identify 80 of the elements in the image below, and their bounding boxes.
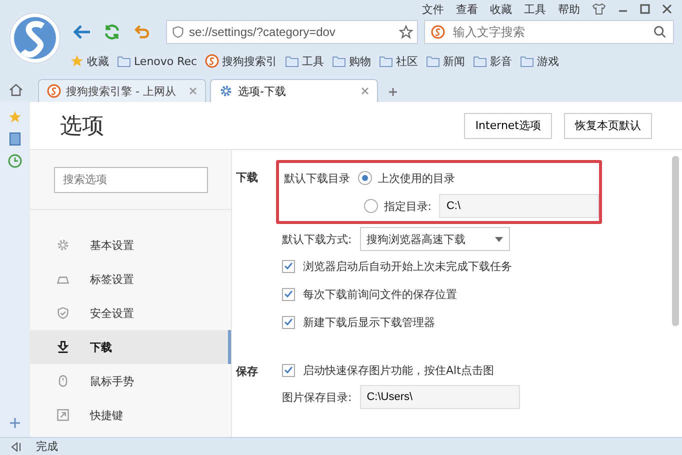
search-icon[interactable] <box>653 25 667 39</box>
check-icon <box>284 318 293 326</box>
bookmark-item[interactable]: 购物 <box>332 54 372 68</box>
path-field[interactable]: C:\ <box>439 194 599 218</box>
folder-icon <box>473 56 488 66</box>
shield-icon <box>56 306 70 320</box>
bookmark-item[interactable]: 影音 <box>473 54 512 68</box>
shortcut-icon <box>56 408 70 422</box>
bookmark-item[interactable]: 社区 <box>379 54 418 68</box>
caret-icon <box>494 236 503 242</box>
clock-icon[interactable] <box>8 154 22 168</box>
section-heading: 保存 <box>236 364 259 380</box>
sogou-icon <box>205 54 220 68</box>
check-icon <box>284 366 293 374</box>
mouse-icon <box>56 374 70 388</box>
shirt-icon[interactable] <box>592 3 606 15</box>
tablet-icon[interactable] <box>8 132 22 146</box>
radio-option[interactable]: 上次使用的目录 <box>358 170 455 186</box>
search-bar[interactable]: 输入文字搜索 <box>424 20 674 44</box>
bookmark-item[interactable]: 游戏 <box>520 54 560 68</box>
nav-item[interactable]: 快捷键 <box>30 398 231 432</box>
sogou-icon <box>47 84 61 98</box>
maximize-icon[interactable] <box>640 4 650 14</box>
menu-item[interactable]: 帮助 <box>558 2 580 16</box>
section-heading: 下载 <box>236 170 259 186</box>
check-icon <box>284 262 293 270</box>
folder-icon <box>285 56 300 66</box>
nav-item[interactable]: 安全设置 <box>30 296 231 330</box>
menu-item[interactable]: 文件 <box>422 2 444 16</box>
page-title: 选项 <box>60 112 105 140</box>
folder-icon <box>117 56 131 66</box>
check-icon <box>284 290 293 298</box>
menu-item[interactable]: 收藏 <box>490 2 512 16</box>
menu-item[interactable]: 工具 <box>524 2 546 16</box>
checkbox-option[interactable]: 启动快速保存图片功能，按住Alt点击图 <box>282 358 682 382</box>
search-engine-icon <box>431 25 445 39</box>
star-icon[interactable] <box>70 54 84 68</box>
gear-icon <box>56 238 70 252</box>
nav-item[interactable]: 基本设置 <box>30 228 231 262</box>
header-button[interactable]: Internet选项 <box>464 112 552 138</box>
field-label: 图片保存目录: <box>282 390 352 404</box>
browser-logo <box>9 12 61 64</box>
bookmark-item[interactable]: 新闻 <box>426 54 466 68</box>
method-dropdown[interactable]: 搜狗浏览器高速下载 <box>360 227 510 251</box>
bookmark-item[interactable]: 收藏 <box>70 54 109 68</box>
folder-icon <box>332 56 346 66</box>
menu-item[interactable]: 查看 <box>456 2 478 16</box>
home-icon[interactable] <box>8 82 24 98</box>
checkbox-option[interactable]: 每次下载前询问文件的保存位置 <box>282 282 682 306</box>
gear-icon <box>219 84 233 98</box>
status-text: 完成 <box>36 439 58 454</box>
browser-tab[interactable]: 搜狗搜索引擎 - 上网从 <box>38 79 206 102</box>
folder-icon <box>426 56 440 66</box>
field-label: 默认下载目录 <box>284 170 350 186</box>
close-icon[interactable] <box>361 87 369 95</box>
field-label: 默认下载方式: <box>282 232 352 246</box>
collapse-icon[interactable] <box>10 442 22 452</box>
star-icon[interactable] <box>399 25 413 39</box>
search-field[interactable]: 搜索选项 <box>54 166 208 192</box>
bookmark-item[interactable]: Lenovo Rec <box>117 54 198 68</box>
download-icon <box>56 340 70 354</box>
radio-option[interactable]: 指定目录: <box>364 198 432 214</box>
checkbox-option[interactable]: 浏览器启动后自动开始上次未完成下载任务 <box>282 254 682 278</box>
nav-item[interactable]: 鼠标手势 <box>30 364 231 398</box>
nav-item[interactable]: 下载 <box>30 330 231 364</box>
scrollbar[interactable] <box>672 156 679 326</box>
folder-icon <box>379 56 394 66</box>
browser-tab[interactable]: 选项-下载 <box>210 79 378 102</box>
address-bar[interactable]: se://settings/?category=dov <box>166 20 418 44</box>
folder-icon <box>520 56 534 66</box>
bookmark-item[interactable]: 搜狗搜索引 <box>205 54 278 68</box>
bookmark-item[interactable]: 工具 <box>285 54 324 68</box>
path-field[interactable]: C:\Users\ <box>360 385 520 409</box>
checkbox-option[interactable]: 新建下载后显示下载管理器 <box>282 310 682 334</box>
close-icon[interactable] <box>662 4 672 14</box>
nav-item[interactable]: 标签设置 <box>30 262 231 296</box>
shield-icon <box>171 25 185 39</box>
plus-icon[interactable] <box>9 417 21 429</box>
header-button[interactable]: 恢复本页默认 <box>564 112 652 138</box>
star-icon[interactable] <box>8 110 22 124</box>
